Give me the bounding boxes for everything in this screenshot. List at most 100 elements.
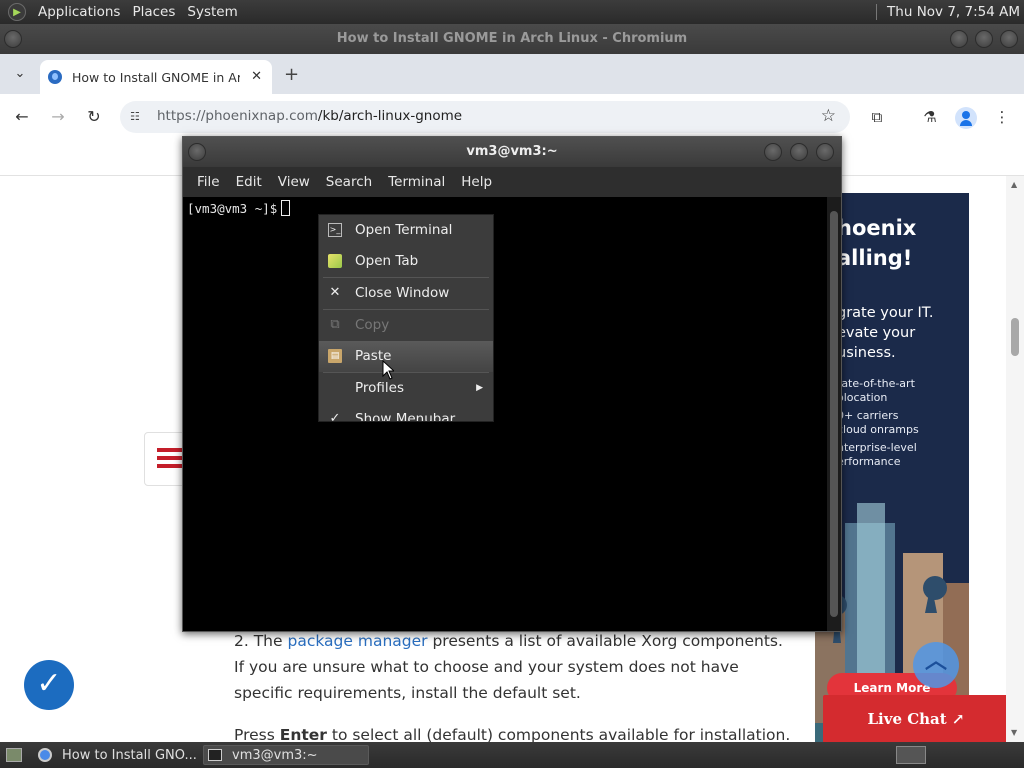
terminal-menu-file[interactable]: File: [189, 174, 228, 190]
terminal-titlebar[interactable]: vm3@vm3:~: [183, 137, 841, 167]
terminal-menubar: File Edit View Search Terminal Help: [183, 167, 841, 197]
para2-prefix: Press: [234, 726, 280, 742]
ad-bullet: tate-of-the-art: [837, 377, 915, 390]
page-scrollbar-thumb[interactable]: [1011, 318, 1019, 356]
menu-item-profiles[interactable]: Profiles ▶: [319, 373, 493, 404]
terminal-close-button[interactable]: [816, 143, 834, 161]
paragraph-xorg: 2. The package manager presents a list o…: [234, 628, 794, 706]
show-desktop-icon[interactable]: [2, 745, 24, 765]
terminal-icon: >_: [328, 223, 342, 237]
terminal-app-icon: [208, 749, 222, 761]
ad-headline: hoenix alling!: [837, 213, 916, 273]
ad-subhead-line: evate your: [837, 325, 916, 341]
system-menu[interactable]: System: [181, 4, 243, 20]
tab-close-icon[interactable]: ✕: [251, 69, 262, 84]
prompt-text: [vm3@vm3 ~]$: [187, 201, 278, 216]
back-arrow-icon[interactable]: ←: [11, 106, 33, 128]
taskbar-item-chromium[interactable]: How to Install GNO...: [34, 745, 200, 765]
terminal-scrollbar-thumb[interactable]: [830, 211, 838, 617]
forward-arrow-icon[interactable]: →: [47, 106, 69, 128]
tab-search-chevron-icon[interactable]: ⌄: [12, 66, 28, 82]
terminal-title: vm3@vm3:~: [466, 144, 558, 159]
workspace-switcher[interactable]: [896, 746, 926, 764]
scroll-down-arrow-icon[interactable]: ▼: [1011, 728, 1017, 737]
ad-headline-line: hoenix: [837, 216, 917, 240]
panel-separator: [876, 4, 878, 20]
scroll-up-arrow-icon[interactable]: ▲: [1011, 180, 1017, 189]
url-path: /kb/arch-linux-gnome: [317, 108, 463, 124]
top-panel: ▶ Applications Places System Thu Nov 7, …: [0, 0, 1024, 24]
ad-subhead-line: grate your IT.: [837, 305, 934, 321]
minimize-button[interactable]: [950, 30, 968, 48]
tab-strip: ⌄ How to Install GNOME in Arch Linux ✕ +: [0, 54, 1024, 94]
hamburger-line: [157, 448, 183, 452]
menu-item-copy[interactable]: ⧉ Copy: [319, 310, 493, 341]
browser-window-title: How to Install GNOME in Arch Linux - Chr…: [336, 31, 688, 46]
terminal-scrollbar[interactable]: [827, 197, 841, 631]
address-bar[interactable]: ☷ https://phoenixnap.com/kb/arch-linux-g…: [120, 101, 850, 133]
profile-avatar-icon[interactable]: [955, 107, 977, 129]
terminal-window-menu-button[interactable]: [188, 143, 206, 161]
terminal-window[interactable]: vm3@vm3:~ File Edit View Search Terminal…: [182, 136, 842, 632]
taskbar-item-label: How to Install GNO...: [62, 747, 197, 763]
terminal-menu-help[interactable]: Help: [453, 174, 500, 190]
menu-item-show-menubar[interactable]: ✓ Show Menubar: [319, 404, 493, 422]
terminal-menu-search[interactable]: Search: [318, 174, 380, 190]
labs-flask-icon[interactable]: ⚗: [919, 106, 941, 128]
menu-item-close-window[interactable]: ✕ Close Window: [319, 278, 493, 309]
site-settings-icon[interactable]: ☷: [130, 110, 144, 124]
browser-titlebar[interactable]: How to Install GNOME in Arch Linux - Chr…: [0, 24, 1024, 54]
terminal-menu-view[interactable]: View: [270, 174, 318, 190]
browser-toolbar: ← → ↻ ☷ https://phoenixnap.com/kb/arch-l…: [0, 94, 1024, 140]
scroll-to-top-chevron-icon[interactable]: ︿: [913, 642, 959, 688]
live-chat-button[interactable]: Live Chat ↗: [823, 695, 1006, 742]
ad-subhead: grate your IT. evate your usiness.: [837, 303, 934, 363]
url-text[interactable]: https://phoenixnap.com/kb/arch-linux-gno…: [157, 108, 462, 124]
paragraph-enter: Press Enter to select all (default) comp…: [234, 722, 794, 742]
enter-key-text: Enter: [279, 726, 327, 742]
new-tab-plus-icon[interactable]: +: [284, 64, 299, 85]
terminal-menu-terminal[interactable]: Terminal: [380, 174, 453, 190]
menu-item-label: Close Window: [355, 285, 450, 301]
hamburger-line: [157, 464, 183, 468]
close-window-button[interactable]: [1000, 30, 1018, 48]
page-scrollbar[interactable]: ▲ ▼: [1006, 176, 1024, 742]
mouse-pointer-icon: [382, 360, 394, 380]
submenu-arrow-icon: ▶: [476, 383, 483, 393]
chromium-icon: [38, 748, 52, 762]
terminal-context-menu: >_ Open Terminal Open Tab ✕ Close Window…: [318, 214, 494, 422]
maximize-button[interactable]: [975, 30, 993, 48]
menu-item-label: Show Menubar: [355, 411, 456, 422]
menu-item-open-terminal[interactable]: >_ Open Terminal: [319, 215, 493, 246]
package-manager-link[interactable]: package manager: [287, 632, 427, 650]
browser-tab[interactable]: How to Install GNOME in Arch Linux ✕: [40, 60, 272, 94]
ad-bullet: nterprise-level: [837, 441, 917, 454]
clock[interactable]: Thu Nov 7, 7:54 AM: [887, 4, 1020, 20]
applications-menu[interactable]: Applications: [32, 4, 126, 20]
taskbar-item-label: vm3@vm3:~: [232, 747, 318, 763]
reload-icon[interactable]: ↻: [83, 106, 105, 128]
menu-item-label: Copy: [355, 317, 390, 333]
globe-favicon-icon: [48, 70, 62, 84]
ad-bullets: tate-of-the-art olocation 0+ carriers clou…: [837, 377, 919, 473]
extensions-puzzle-icon[interactable]: ⧉: [866, 106, 888, 128]
kebab-menu-icon[interactable]: ⋮: [991, 106, 1013, 128]
terminal-minimize-button[interactable]: [764, 143, 782, 161]
menu-item-paste[interactable]: ▤ Paste: [319, 341, 493, 372]
taskbar-item-terminal[interactable]: vm3@vm3:~: [203, 745, 369, 765]
text-cursor: [281, 200, 291, 216]
places-menu[interactable]: Places: [126, 4, 181, 20]
window-menu-button[interactable]: [4, 30, 22, 48]
terminal-menu-edit[interactable]: Edit: [228, 174, 270, 190]
copy-icon: ⧉: [330, 317, 340, 332]
verified-check-icon[interactable]: ✓: [24, 660, 74, 710]
check-icon: ✓: [329, 411, 341, 422]
bookmark-star-icon[interactable]: ☆: [821, 106, 836, 126]
paste-icon: ▤: [328, 349, 342, 363]
ad-bullet: erformance: [837, 455, 901, 468]
menu-item-open-tab[interactable]: Open Tab: [319, 246, 493, 277]
terminal-output[interactable]: [vm3@vm3 ~]$: [183, 197, 825, 631]
bottom-panel: How to Install GNO... vm3@vm3:~: [0, 742, 1024, 768]
gnome-foot-icon[interactable]: ▶: [8, 3, 26, 21]
terminal-maximize-button[interactable]: [790, 143, 808, 161]
